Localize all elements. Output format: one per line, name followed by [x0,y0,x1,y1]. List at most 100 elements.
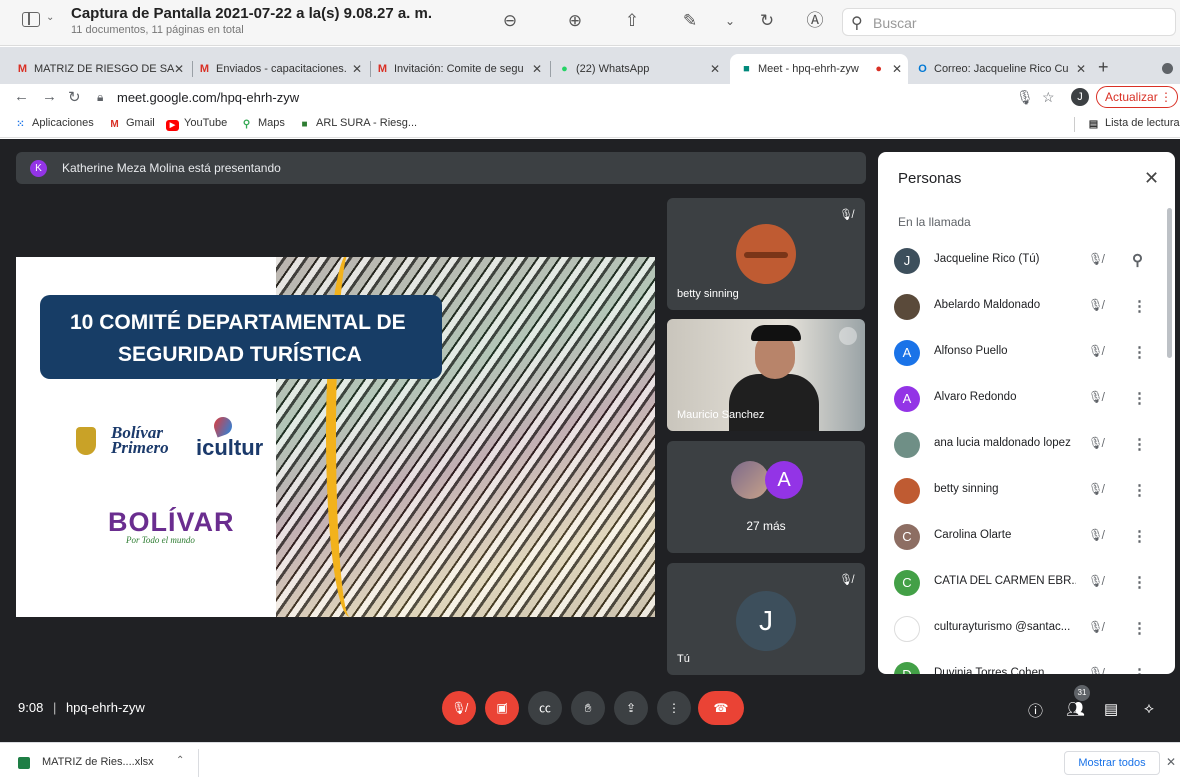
participant-tile-mauricio[interactable]: Mauricio Sanchez [667,319,865,431]
close-icon[interactable]: ✕ [174,54,184,84]
close-icon[interactable]: ✕ [352,54,362,84]
presenting-banner: K Katherine Meza Molina está presentando [16,152,866,184]
mic-off-icon: 🎙︎̸ [1088,436,1104,450]
bookmark-star-icon[interactable]: ☆ [1042,89,1055,106]
more-options-button[interactable]: ⋮ [657,691,691,725]
more-icon[interactable]: ⋮ [1132,343,1147,361]
participant-row[interactable]: J Jacqueline Rico (Tú) 🎙︎̸ ⚲ [878,240,1175,286]
share-icon[interactable]: ⇧ [620,9,644,33]
people-icon[interactable]: 👥︎ [1066,700,1085,718]
camera-toggle-button[interactable]: ▣̸ [485,691,519,725]
microphone-icon[interactable]: 🎙︎ [1016,89,1034,106]
participant-row[interactable]: betty sinning 🎙︎̸ ⋮ [878,470,1175,516]
participant-name: betty sinning [677,288,739,300]
bookmark-gmail[interactable]: M Gmail [108,117,154,130]
search-field[interactable]: ⚲ Buscar [842,8,1176,36]
tab-meet[interactable]: ■ Meet - hpq-ehrh-zyw ● ✕ [730,54,908,84]
search-icon: ⚲ [851,15,863,32]
zoom-in-icon[interactable]: ⊕ [563,9,587,33]
close-icon[interactable]: ✕ [710,54,720,84]
close-icon[interactable]: ✕ [532,54,542,84]
participant-row[interactable]: ana lucia maldonado lopez 🎙︎̸ ⋮ [878,424,1175,470]
captions-button[interactable]: ㏄ [528,691,562,725]
markup-dropdown-icon[interactable]: ⌄ [718,9,742,33]
chevron-down-icon[interactable]: ⌄ [46,12,54,23]
reload-icon[interactable]: ↻ [68,88,81,106]
more-participants-count: 27 más [746,519,786,533]
document-subtitle: 11 documentos, 11 páginas en total [71,24,244,36]
download-item[interactable]: MATRIZ de Ries....xlsx [42,756,154,768]
tab-outlook[interactable]: O Correo: Jacqueline Rico Cu ✕ [914,54,1092,84]
bookmark-youtube[interactable]: ▶ YouTube [166,117,227,131]
sidebar-toggle-icon[interactable] [22,12,40,27]
kebab-menu-icon: ⋮ [1160,90,1172,104]
zoom-out-icon[interactable]: ⊖ [498,9,522,33]
more-icon[interactable]: ⋮ [1132,297,1147,315]
close-icon[interactable]: ✕ [892,54,902,84]
tab-gmail-enviados[interactable]: M Enviados - capacitaciones. ✕ [196,54,368,84]
mic-off-icon: 🎙︎̸ [1088,344,1104,358]
back-icon[interactable]: ← [14,88,29,105]
bolivar-logo: BOLÍVAR [108,507,235,537]
participant-tile-you[interactable]: 🎙︎̸ J Tú [667,563,865,675]
chevron-up-icon[interactable]: ⌃ [176,755,184,766]
lock-icon[interactable]: 🔒︎ [97,90,103,105]
markup-pen-icon[interactable]: ✎ [678,9,702,33]
profile-avatar[interactable]: J [1071,88,1089,106]
rotate-icon[interactable]: ↻ [755,9,779,33]
icultur-logo: icultur [196,435,264,460]
participant-row[interactable]: C Carolina Olarte 🎙︎̸ ⋮ [878,516,1175,562]
presenting-text: Katherine Meza Molina está presentando [62,161,281,175]
url-input[interactable]: meet.google.com/hpq-ehrh-zyw [117,90,299,105]
participant-row[interactable]: Abelardo Maldonado 🎙︎̸ ⋮ [878,286,1175,332]
reading-list[interactable]: ▤ Lista de lectura [1087,117,1180,130]
tab-label: Meet - hpq-ehrh-zyw [758,63,859,75]
more-icon[interactable]: ⋮ [1132,619,1147,637]
bookmark-apps[interactable]: ⁙ Aplicaciones [14,117,93,130]
leave-call-button[interactable]: ☎︎ [698,691,744,725]
show-all-button[interactable]: Mostrar todos [1064,751,1160,775]
participant-name: Jacqueline Rico (Tú) [934,253,1040,265]
more-icon[interactable]: ⋮ [1132,435,1147,453]
avatar: C [894,570,920,596]
chat-icon[interactable]: ▤ [1104,700,1118,718]
panel-title: Personas [898,170,962,187]
close-icon[interactable]: ✕ [1166,755,1176,769]
participant-row[interactable]: D Duvinia Torres Cohen 🎙︎̸ ⋮ [878,654,1175,674]
avatar [894,432,920,458]
present-button[interactable]: ⇪ [614,691,648,725]
tab-search-icon[interactable] [1162,63,1173,74]
more-icon[interactable]: ⋮ [1132,527,1147,545]
tab-whatsapp[interactable]: ● (22) WhatsApp ✕ [556,54,726,84]
tab-gmail-invitacion[interactable]: M Invitación: Comite de segu ✕ [374,54,548,84]
tab-gmail-matriz[interactable]: M MATRIZ DE RIESGO DE SA ✕ [14,54,190,84]
close-icon[interactable]: ✕ [1076,54,1086,84]
mic-off-icon: 🎙︎̸ [1088,620,1104,634]
more-icon[interactable]: ⋮ [1132,389,1147,407]
annotate-icon[interactable]: Ⓐ [803,9,827,33]
bookmark-arl-sura[interactable]: ■ ARL SURA - Riesg... [298,117,417,130]
participant-tile-betty[interactable]: 🎙︎̸ betty sinning [667,198,865,310]
activities-icon[interactable]: ⟡ [1144,700,1154,717]
participant-tile-more[interactable]: A 27 más [667,441,865,553]
participant-row[interactable]: culturayturismo @santac... 🎙︎̸ ⋮ [878,608,1175,654]
bookmark-maps[interactable]: ⚲ Maps [240,117,285,130]
info-icon[interactable]: ⓘ [1028,700,1043,721]
raise-hand-button[interactable]: ✋︎ [571,691,605,725]
forward-icon[interactable]: → [42,88,57,105]
more-icon[interactable]: ⋮ [1132,573,1147,591]
close-icon[interactable]: ✕ [1144,168,1159,189]
more-icon[interactable]: ⋮ [1132,665,1147,674]
participant-row[interactable]: A Alvaro Redondo 🎙︎̸ ⋮ [878,378,1175,424]
youtube-icon: ▶ [166,120,179,131]
update-button[interactable]: Actualizar ⋮ [1096,86,1178,108]
scrollbar[interactable] [1167,208,1172,358]
participant-name: Alfonso Puello [934,345,1008,357]
pin-icon[interactable]: ⚲ [1132,251,1143,269]
avatar [894,616,920,642]
new-tab-button[interactable]: + [1098,57,1109,78]
mic-toggle-button[interactable]: 🎙︎̸ [442,691,476,725]
participant-row[interactable]: C CATIA DEL CARMEN EBR... 🎙︎̸ ⋮ [878,562,1175,608]
participant-row[interactable]: A Alfonso Puello 🎙︎̸ ⋮ [878,332,1175,378]
more-icon[interactable]: ⋮ [1132,481,1147,499]
